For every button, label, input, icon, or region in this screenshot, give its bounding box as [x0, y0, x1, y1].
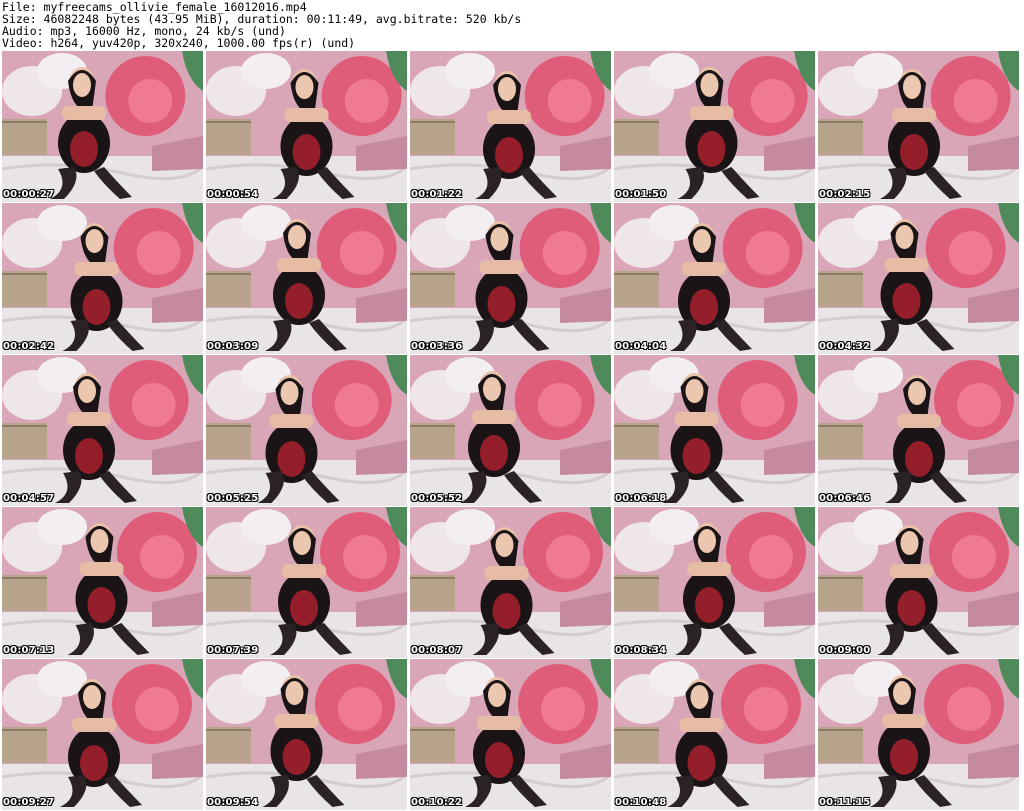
video-frame-thumbnail: 00:03:09 — [206, 203, 407, 354]
frame-image — [818, 203, 1019, 354]
video-frame-thumbnail: 00:08:34 — [614, 507, 815, 658]
file-info-header: File: myfreecams_ollivie_female_16012016… — [0, 0, 1024, 50]
frame-image — [818, 507, 1019, 658]
frame-timestamp: 00:09:54 — [207, 797, 259, 808]
frame-timestamp: 00:04:04 — [615, 341, 667, 352]
frame-timestamp: 00:10:48 — [615, 797, 667, 808]
frame-timestamp: 00:03:09 — [207, 341, 259, 352]
frame-timestamp: 00:04:57 — [3, 493, 55, 504]
video-frame-thumbnail: 00:02:15 — [818, 51, 1019, 202]
frame-image — [818, 355, 1019, 506]
frame-image — [614, 355, 815, 506]
frame-timestamp: 00:00:27 — [3, 189, 55, 200]
video-frame-thumbnail: 00:05:25 — [206, 355, 407, 506]
frame-image — [206, 203, 407, 354]
video-frame-thumbnail: 00:02:42 — [2, 203, 203, 354]
video-frame-thumbnail: 00:08:07 — [410, 507, 611, 658]
frame-timestamp: 00:07:13 — [3, 645, 55, 656]
video-frame-thumbnail: 00:11:15 — [818, 659, 1019, 810]
frame-timestamp: 00:02:15 — [819, 189, 871, 200]
frame-timestamp: 00:07:39 — [207, 645, 259, 656]
video-frame-thumbnail: 00:04:04 — [614, 203, 815, 354]
frame-image — [410, 355, 611, 506]
frame-image — [2, 51, 203, 202]
video-frame-thumbnail: 00:07:39 — [206, 507, 407, 658]
video-frame-thumbnail: 00:07:13 — [2, 507, 203, 658]
frame-image — [206, 51, 407, 202]
video-frame-thumbnail: 00:06:18 — [614, 355, 815, 506]
frame-timestamp: 00:06:18 — [615, 493, 667, 504]
video-frame-thumbnail: 00:01:22 — [410, 51, 611, 202]
frame-image — [206, 659, 407, 810]
frame-image — [614, 51, 815, 202]
video-info-line: Video: h264, yuv420p, 320x240, 1000.00 f… — [2, 36, 356, 50]
video-frame-thumbnail: 00:03:36 — [410, 203, 611, 354]
frame-image — [410, 51, 611, 202]
video-frame-thumbnail: 00:00:54 — [206, 51, 407, 202]
video-frame-thumbnail: 00:10:22 — [410, 659, 611, 810]
frame-image — [2, 203, 203, 354]
frame-timestamp: 00:09:00 — [819, 645, 871, 656]
frame-timestamp: 00:00:54 — [207, 189, 259, 200]
frame-timestamp: 00:08:34 — [615, 645, 667, 656]
frame-timestamp: 00:03:36 — [411, 341, 463, 352]
frame-timestamp: 00:08:07 — [411, 645, 463, 656]
frame-image — [2, 355, 203, 506]
frame-image — [206, 355, 407, 506]
frame-timestamp: 00:06:46 — [819, 493, 871, 504]
frame-image — [614, 507, 815, 658]
frame-timestamp: 00:09:27 — [3, 797, 55, 808]
frame-image — [410, 203, 611, 354]
frame-timestamp: 00:11:15 — [819, 797, 871, 808]
video-frame-thumbnail: 00:09:00 — [818, 507, 1019, 658]
thumbnail-grid: 00:00:27 00:00:54 00:01:22 00:01:50 00:02:15… — [2, 51, 1022, 810]
frame-timestamp: 00:02:42 — [3, 341, 55, 352]
frame-image — [818, 659, 1019, 810]
frame-image — [2, 659, 203, 810]
frame-image — [614, 659, 815, 810]
frame-image — [206, 507, 407, 658]
frame-timestamp: 00:10:22 — [411, 797, 463, 808]
video-frame-thumbnail: 00:04:57 — [2, 355, 203, 506]
frame-timestamp: 00:05:25 — [207, 493, 259, 504]
frame-timestamp: 00:01:50 — [615, 189, 667, 200]
frame-image — [818, 51, 1019, 202]
video-frame-thumbnail: 00:04:32 — [818, 203, 1019, 354]
frame-image — [410, 507, 611, 658]
frame-image — [614, 203, 815, 354]
frame-timestamp: 00:04:32 — [819, 341, 871, 352]
frame-image — [410, 659, 611, 810]
video-frame-thumbnail: 00:10:48 — [614, 659, 815, 810]
video-frame-thumbnail: 00:00:27 — [2, 51, 203, 202]
frame-timestamp: 00:01:22 — [411, 189, 463, 200]
video-frame-thumbnail: 00:06:46 — [818, 355, 1019, 506]
video-frame-thumbnail: 00:09:27 — [2, 659, 203, 810]
frame-image — [2, 507, 203, 658]
frame-timestamp: 00:05:52 — [411, 493, 463, 504]
video-frame-thumbnail: 00:09:54 — [206, 659, 407, 810]
video-frame-thumbnail: 00:01:50 — [614, 51, 815, 202]
video-frame-thumbnail: 00:05:52 — [410, 355, 611, 506]
